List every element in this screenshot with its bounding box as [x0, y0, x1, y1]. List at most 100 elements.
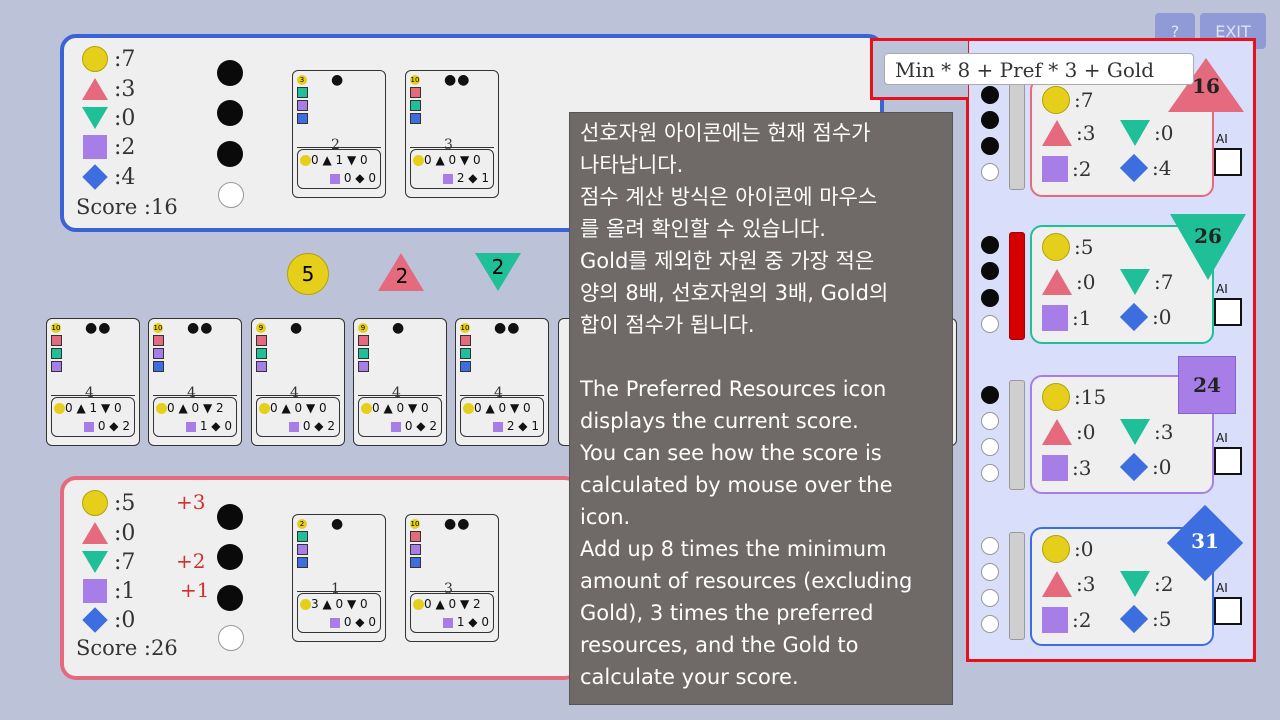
card-payout: 0 ◆ 0	[343, 171, 376, 185]
blue-diamond-icon	[1119, 153, 1149, 183]
market-gold-token[interactable]: 5	[287, 253, 329, 295]
card-payout: 2 ◆ 1	[506, 419, 539, 433]
gold-icon	[82, 490, 108, 516]
opp-dot	[981, 111, 999, 129]
opp-gold: 0	[1080, 537, 1094, 561]
ai-checkbox[interactable]	[1214, 597, 1242, 625]
ai-checkbox[interactable]	[1214, 298, 1242, 326]
purple-count: 2	[121, 134, 136, 160]
ai-checkbox[interactable]	[1214, 447, 1242, 475]
action-dot	[217, 100, 243, 126]
opp-purple: 1	[1078, 306, 1092, 330]
card-dots: ●	[331, 516, 345, 532]
opp-pink: 3	[1082, 572, 1096, 596]
purple-square-icon	[1042, 156, 1068, 182]
purple-square-icon	[83, 135, 107, 159]
purple-delta: +1	[180, 578, 210, 602]
green-triangle-icon	[1120, 419, 1150, 445]
opp-green: 2	[1160, 572, 1174, 596]
opp-progress-bar	[1009, 80, 1025, 190]
opp-blue: 4	[1158, 156, 1172, 180]
card-payout: 0 ▲ 0 ▼ 0	[424, 153, 481, 167]
purple-count: 1	[121, 578, 136, 604]
gold-icon	[1042, 86, 1070, 114]
player-top-score: Score :16	[76, 195, 178, 219]
action-dot	[217, 141, 243, 167]
player-bottom-card[interactable]: 10 ●● 3 0 ▲ 0 ▼ 2 1 ◆ 0	[405, 514, 499, 642]
ai-label: AI	[1216, 132, 1228, 146]
card-cost: 10	[51, 323, 61, 333]
opp-green: 0	[1160, 121, 1174, 145]
opp-dot	[981, 589, 999, 607]
card-payout: 0 ▲ 0 ▼ 2	[167, 401, 224, 415]
market-card[interactable]: 10 ●● 4 0 ▲ 1 ▼ 0 0 ◆ 2	[46, 318, 140, 446]
market-card[interactable]: 9 ● 4 0 ▲ 0 ▼ 0 0 ◆ 2	[251, 318, 345, 446]
opp-pink: 3	[1082, 121, 1096, 145]
opp-dot	[981, 137, 999, 155]
card-payout: 0 ◆ 2	[404, 419, 437, 433]
player-top-card[interactable]: 3 ● 2 0 ▲ 1 ▼ 0 0 ◆ 0	[292, 70, 386, 198]
card-dots: ●	[392, 320, 406, 336]
opp-blue: 0	[1158, 455, 1172, 479]
opp-gold: 5	[1080, 235, 1094, 259]
action-dot-empty	[218, 182, 244, 208]
green-triangle-icon	[82, 107, 108, 129]
opp-score: 26	[1194, 224, 1222, 248]
action-dot	[217, 504, 243, 530]
card-cost: 10	[153, 323, 163, 333]
market-green-count: 2	[491, 255, 505, 279]
purple-square-icon	[1042, 455, 1068, 481]
green-triangle-icon	[82, 551, 108, 573]
card-payout: 0 ▲ 1 ▼ 0	[311, 153, 368, 167]
green-triangle-icon	[1120, 120, 1150, 146]
score-formula-tooltip: Min * 8 + Pref * 3 + Gold	[884, 53, 1194, 85]
pink-triangle-icon	[1042, 571, 1072, 597]
ai-label: AI	[1216, 581, 1228, 595]
opp-dot	[981, 563, 999, 581]
card-payout: 0 ◆ 0	[343, 615, 376, 629]
blue-diamond-icon	[82, 607, 108, 633]
opp-purple: 2	[1078, 608, 1092, 632]
pink-triangle-icon	[1042, 269, 1072, 295]
card-cost: 9	[256, 323, 266, 333]
gold-icon	[1042, 535, 1070, 563]
green-triangle-icon	[1120, 269, 1150, 295]
blue-count: 0	[121, 607, 136, 633]
card-payout: 0 ▲ 0 ▼ 2	[424, 597, 481, 611]
player-bottom-card[interactable]: 2 ● 1 3 ▲ 0 ▼ 0 0 ◆ 0	[292, 514, 386, 642]
pink-count: 0	[121, 520, 136, 546]
card-payout: 0 ▲ 0 ▼ 0	[474, 401, 531, 415]
card-cost: 9	[358, 323, 368, 333]
green-count: 7	[121, 549, 136, 575]
action-dot	[217, 585, 243, 611]
ai-label: AI	[1216, 431, 1228, 445]
opp-dot	[981, 236, 999, 254]
market-card[interactable]: 10 ●● 4 0 ▲ 0 ▼ 2 1 ◆ 0	[148, 318, 242, 446]
blue-diamond-icon	[1119, 302, 1149, 332]
ai-checkbox[interactable]	[1214, 148, 1242, 176]
player-top-card[interactable]: 10 ●● 3 0 ▲ 0 ▼ 0 2 ◆ 1	[405, 70, 499, 198]
card-payout: 0 ▲ 0 ▼ 0	[270, 401, 327, 415]
blue-diamond-icon	[1119, 452, 1149, 482]
card-dots: ●	[331, 72, 345, 88]
opp-dot	[981, 386, 999, 404]
card-payout: 0 ◆ 2	[302, 419, 335, 433]
opp-dot	[981, 315, 999, 333]
pref-score-purple-icon[interactable]: 24	[1178, 356, 1236, 414]
opp-pink: 0	[1082, 420, 1096, 444]
gold-icon	[82, 46, 108, 72]
gold-count: 5	[121, 490, 136, 516]
market-card[interactable]: 10 ●● 4 0 ▲ 0 ▼ 0 2 ◆ 1	[455, 318, 549, 446]
card-payout: 3 ▲ 0 ▼ 0	[311, 597, 368, 611]
opp-purple: 2	[1078, 157, 1092, 181]
market-card[interactable]: 9 ● 4 0 ▲ 0 ▼ 0 0 ◆ 2	[353, 318, 447, 446]
gold-count: 7	[121, 46, 136, 72]
card-cost: 10	[460, 323, 470, 333]
card-cost: 3	[297, 75, 307, 85]
opp-dot	[981, 412, 999, 430]
opp-dot	[981, 86, 999, 104]
opp-dot	[981, 537, 999, 555]
blue-diamond-icon	[1119, 604, 1149, 634]
card-dots: ●●	[85, 320, 112, 336]
green-count: 0	[121, 105, 136, 131]
